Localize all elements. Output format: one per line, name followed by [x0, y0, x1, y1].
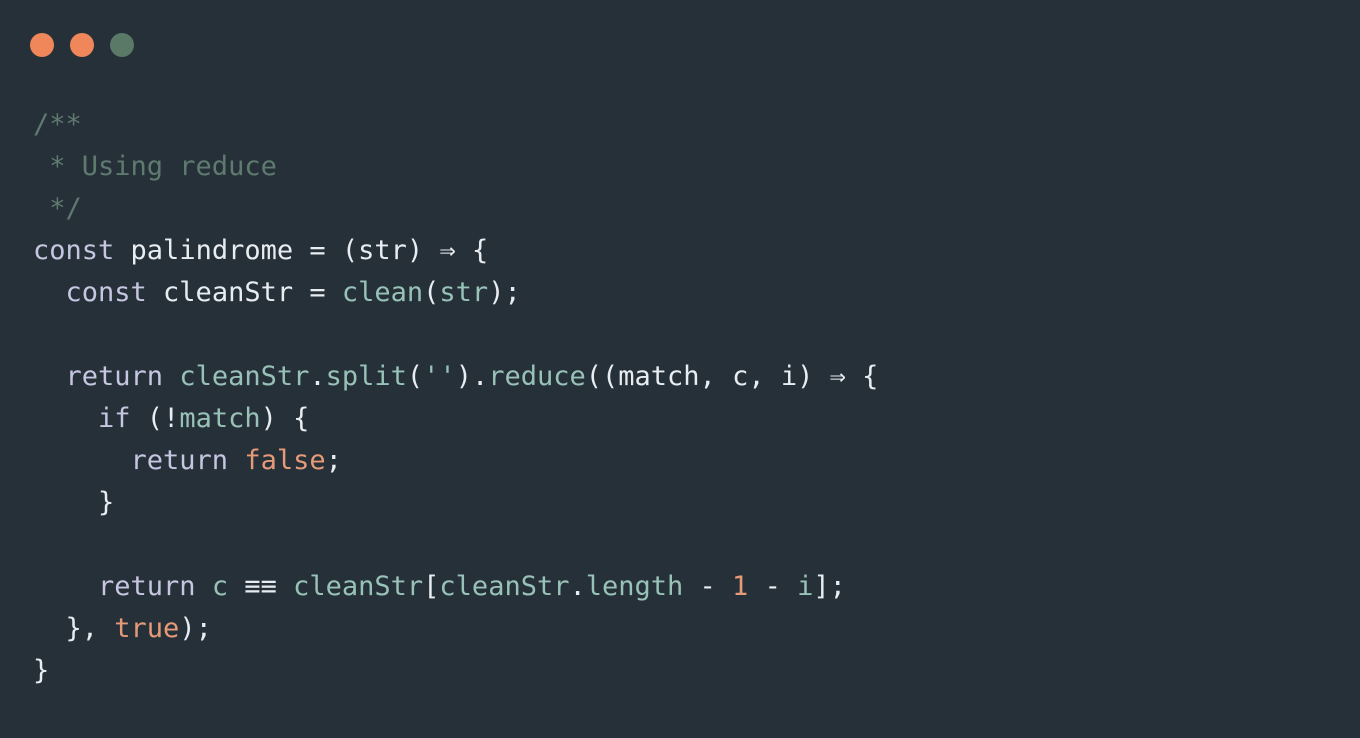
- code-token-func: cleanStr: [293, 571, 424, 602]
- code-line: return c ≡≡ cleanStr[cleanStr.length - 1…: [33, 566, 878, 608]
- code-token-keyword: return: [33, 361, 180, 392]
- code-token-punct: ,: [699, 361, 733, 392]
- code-token-string: '': [423, 361, 456, 392]
- code-token-punct: [: [423, 571, 440, 602]
- code-block: /** * Using reduce */ const palindrome = …: [33, 104, 878, 692]
- code-token-punct: }: [33, 655, 50, 686]
- code-line: }: [33, 650, 878, 692]
- code-token-func: reduce: [488, 361, 586, 392]
- code-token-op: -: [764, 571, 798, 602]
- code-token-punct: .: [569, 571, 586, 602]
- code-token-func: match: [179, 403, 261, 434]
- code-token-func: clean: [341, 277, 424, 308]
- code-token-keyword: return: [33, 445, 245, 476]
- code-token-comment: */: [33, 193, 82, 224]
- code-token-func: length: [585, 571, 700, 602]
- code-token-punct: (: [406, 361, 424, 392]
- code-line: * Using reduce: [33, 146, 878, 188]
- code-token-ident: i: [780, 361, 798, 392]
- minimize-circle-icon[interactable]: [70, 33, 94, 57]
- code-window: /** * Using reduce */ const palindrome = …: [0, 0, 1360, 738]
- code-line: return cleanStr.split('').reduce((match,…: [33, 356, 879, 398]
- code-token-punct: ): [406, 235, 440, 266]
- code-token-comment: * Using reduce: [33, 151, 277, 182]
- code-token-keyword: if: [33, 403, 147, 434]
- code-token-comment: /**: [33, 109, 82, 140]
- window-controls: [30, 33, 134, 57]
- code-line: }, true);: [33, 608, 878, 650]
- code-token-ident: cleanStr: [163, 277, 310, 308]
- code-token-punct: ];: [813, 571, 846, 602]
- code-token-punct: }: [33, 487, 115, 518]
- code-token-punct: );: [488, 277, 521, 308]
- code-token-func: cleanStr: [439, 571, 570, 602]
- code-token-punct: (: [341, 235, 359, 266]
- code-token-punct: ,: [748, 361, 781, 392]
- code-token-ident: c: [732, 361, 749, 392]
- code-token-punct: );: [179, 613, 212, 644]
- code-token-op: ⇒: [439, 235, 472, 266]
- code-token-ident: match: [618, 361, 700, 392]
- code-token-punct: ;: [325, 445, 342, 476]
- code-token-literal: false: [244, 445, 326, 476]
- code-token-keyword: const: [33, 277, 164, 308]
- code-token-punct: {: [471, 235, 489, 266]
- code-line: /**: [33, 104, 878, 146]
- code-token-op: ≡≡: [244, 571, 294, 602]
- code-line: const palindrome = (str) ⇒ {: [33, 230, 878, 272]
- code-line: */: [33, 188, 878, 230]
- code-line: return false;: [33, 440, 878, 482]
- code-token-punct: ): [797, 361, 830, 392]
- code-line: }: [33, 482, 878, 524]
- code-token-punct: (!: [146, 403, 180, 434]
- code-token-ident: str: [358, 235, 407, 266]
- code-token-punct: {: [862, 361, 879, 392]
- code-token-func: i: [797, 571, 814, 602]
- code-line: if (!match) {: [33, 398, 878, 440]
- code-token-punct: ) {: [260, 403, 310, 434]
- code-token-func: split: [325, 361, 407, 392]
- zoom-circle-icon[interactable]: [110, 33, 134, 57]
- code-token-op: =: [309, 235, 342, 266]
- code-line: const cleanStr = clean(str);: [33, 272, 878, 314]
- code-token-keyword: const: [33, 235, 131, 266]
- code-token-literal: 1: [732, 571, 765, 602]
- code-token-punct: },: [33, 613, 115, 644]
- code-token-punct: ((: [585, 361, 619, 392]
- code-token-func: cleanStr: [179, 361, 310, 392]
- code-token-func: c: [211, 571, 245, 602]
- code-token-keyword: return: [33, 571, 212, 602]
- close-circle-icon[interactable]: [30, 33, 54, 57]
- code-token-op: ⇒: [829, 361, 863, 392]
- code-token-func: str: [439, 277, 489, 308]
- code-token-punct: (: [423, 277, 440, 308]
- code-token-punct: .: [309, 361, 326, 392]
- code-token-op: -: [699, 571, 733, 602]
- code-token-op: =: [309, 277, 342, 308]
- code-token-literal: true: [114, 613, 180, 644]
- code-token-ident: palindrome: [130, 235, 310, 266]
- code-token-punct: ).: [455, 361, 489, 392]
